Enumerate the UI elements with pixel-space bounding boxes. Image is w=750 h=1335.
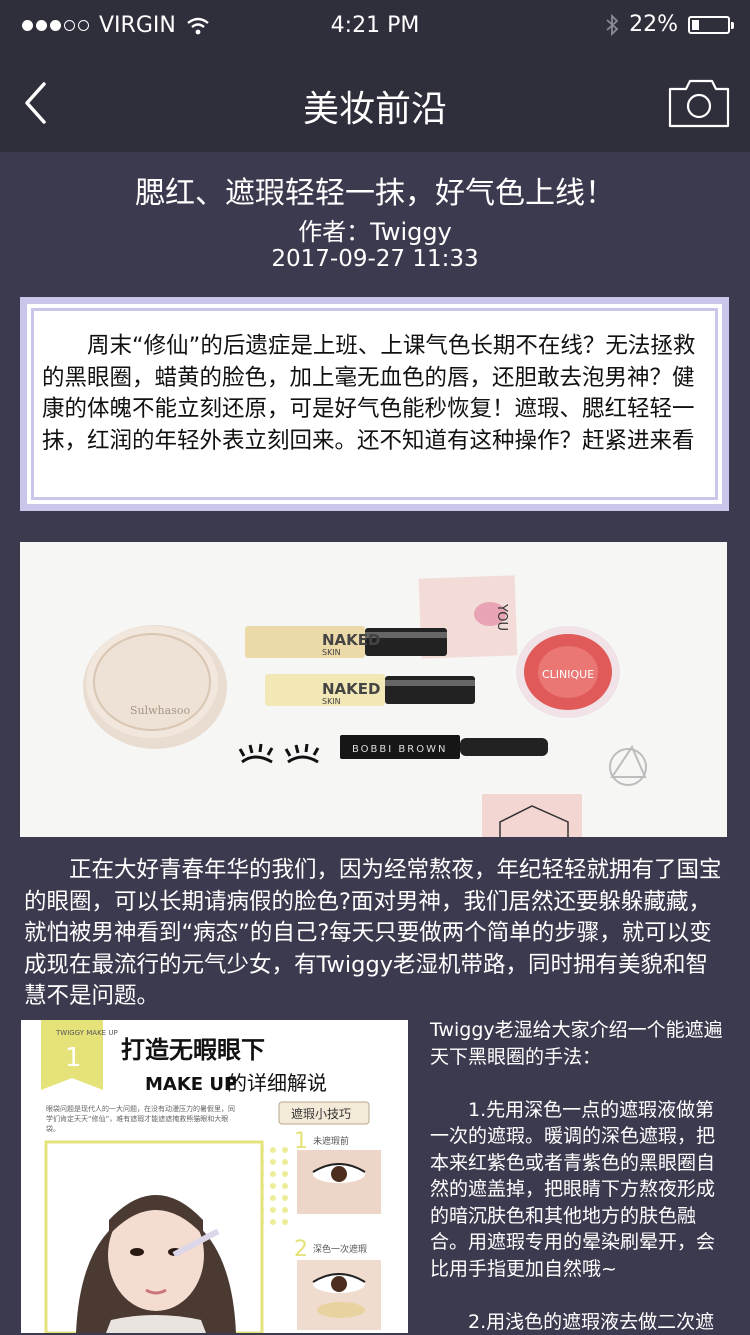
side-step-2: 2.用浅色的遮瑕液去做二次遮: [430, 1309, 730, 1335]
battery-fill: [692, 20, 699, 30]
mascara-brand: BOBBI BROWN: [352, 744, 447, 755]
model-photo: [46, 1142, 262, 1333]
blush-compact: CLINIQUE: [516, 626, 620, 718]
concealer-2-brand: NAKED: [322, 680, 380, 698]
page-title: 美妆前沿: [0, 80, 750, 132]
side-step-1: 1.先用深色一点的遮瑕液做第一次的遮瑕。暖调的深色遮瑕，把本来红紫色或者青紫色的…: [430, 1097, 730, 1283]
step1-label: 未遮瑕前: [313, 1135, 349, 1147]
card-text: YOU: [494, 603, 509, 631]
camera-button[interactable]: [668, 79, 730, 129]
guide-subheading-bold: MAKE UP: [145, 1074, 237, 1095]
spacer: [430, 1282, 730, 1309]
article-author: 作者：Twiggy: [0, 212, 750, 247]
article-date: 2017-09-27 11:33: [0, 246, 750, 272]
status-right: 22%: [605, 12, 730, 37]
battery-icon: [688, 16, 730, 34]
hero-product-image: YOU Sulwhasoo NAKED SKIN NAKED SKIN: [20, 542, 727, 837]
side-intro: Twiggy老湿给大家介绍一个能遮遍天下黑眼圈的手法：: [430, 1017, 730, 1070]
hero-illustration: YOU Sulwhasoo NAKED SKIN NAKED SKIN: [20, 542, 727, 837]
camera-icon: [668, 79, 730, 129]
spacer: [430, 1070, 730, 1097]
guide-body-wrapper: 眼袋问题是现代人的一大问题，在没有动漫压力的暑假里，同学们肯定天天“修仙”，难有…: [46, 1104, 236, 1140]
intro-box-frame: 周末“修仙”的后遗症是上班、上课气色长期不在线？无法拯救的黑眼圈，蜡黄的脸色，加…: [27, 304, 722, 504]
guide-illustration: TWIGGY MAKE UP 1 打造无暇眼下 MAKE UP 的详细解说 眼袋…: [21, 1020, 408, 1333]
concealer-1-sub: SKIN: [322, 648, 341, 657]
eye-after-photo: [297, 1260, 381, 1330]
cushion-compact: Sulwhasoo: [83, 625, 227, 749]
cushion-brand: Sulwhasoo: [130, 704, 190, 717]
battery-percent: 22%: [629, 12, 678, 37]
step2-label: 深色一次遮瑕: [313, 1243, 367, 1255]
bluetooth-icon: [605, 14, 619, 36]
guide-body-text: 眼袋问题是现代人的一大问题，在没有动漫压力的暑假里，同学们肯定天天“修仙”，难有…: [46, 1104, 236, 1134]
step2-number: 2: [294, 1237, 308, 1262]
intro-text: 周末“修仙”的后遗症是上班、上课气色长期不在线？无法拯救的黑眼圈，蜡黄的脸色，加…: [42, 331, 711, 457]
nav-bar: 美妆前沿: [0, 52, 750, 152]
concealer-1: NAKED SKIN: [245, 626, 447, 658]
intro-box: 周末“修仙”的后遗症是上班、上课气色长期不在线？无法拯救的黑眼圈，蜡黄的脸色，加…: [20, 297, 729, 511]
side-text: Twiggy老湿给大家介绍一个能遮遍天下黑眼圈的手法： 1.先用深色一点的遮瑕液…: [430, 1017, 730, 1335]
concealer-1-brand: NAKED: [322, 631, 380, 649]
tips-tag: 遮瑕小技巧: [279, 1102, 369, 1124]
bottom-card: [482, 794, 582, 837]
article-title: 腮红、遮瑕轻轻一抹，好气色上线！: [0, 168, 750, 212]
concealer-2-sub: SKIN: [322, 697, 341, 706]
guide-image: TWIGGY MAKE UP 1 打造无暇眼下 MAKE UP 的详细解说 眼袋…: [21, 1020, 408, 1333]
eye-before-photo: [297, 1150, 381, 1214]
guide-subheading: 的详细解说: [227, 1071, 327, 1095]
intro-box-inner: 周末“修仙”的后遗症是上班、上课气色长期不在线？无法拯救的黑眼圈，蜡黄的脸色，加…: [31, 308, 718, 500]
guide-heading: 打造无暇眼下: [121, 1036, 265, 1064]
blush-brand: CLINIQUE: [542, 668, 594, 681]
tips-label: 遮瑕小技巧: [291, 1106, 351, 1121]
badge-label: TWIGGY MAKE UP: [55, 1029, 118, 1037]
badge-number: 1: [65, 1043, 82, 1073]
article-paragraph: 正在大好青春年华的我们，因为经常熬夜，年纪轻轻就拥有了国宝的眼圈，可以长期请病假…: [24, 855, 730, 1013]
mascara: BOBBI BROWN: [340, 735, 548, 759]
status-bar: VIRGIN 4:21 PM 22%: [0, 0, 750, 52]
concealer-2: NAKED SKIN: [265, 674, 475, 706]
